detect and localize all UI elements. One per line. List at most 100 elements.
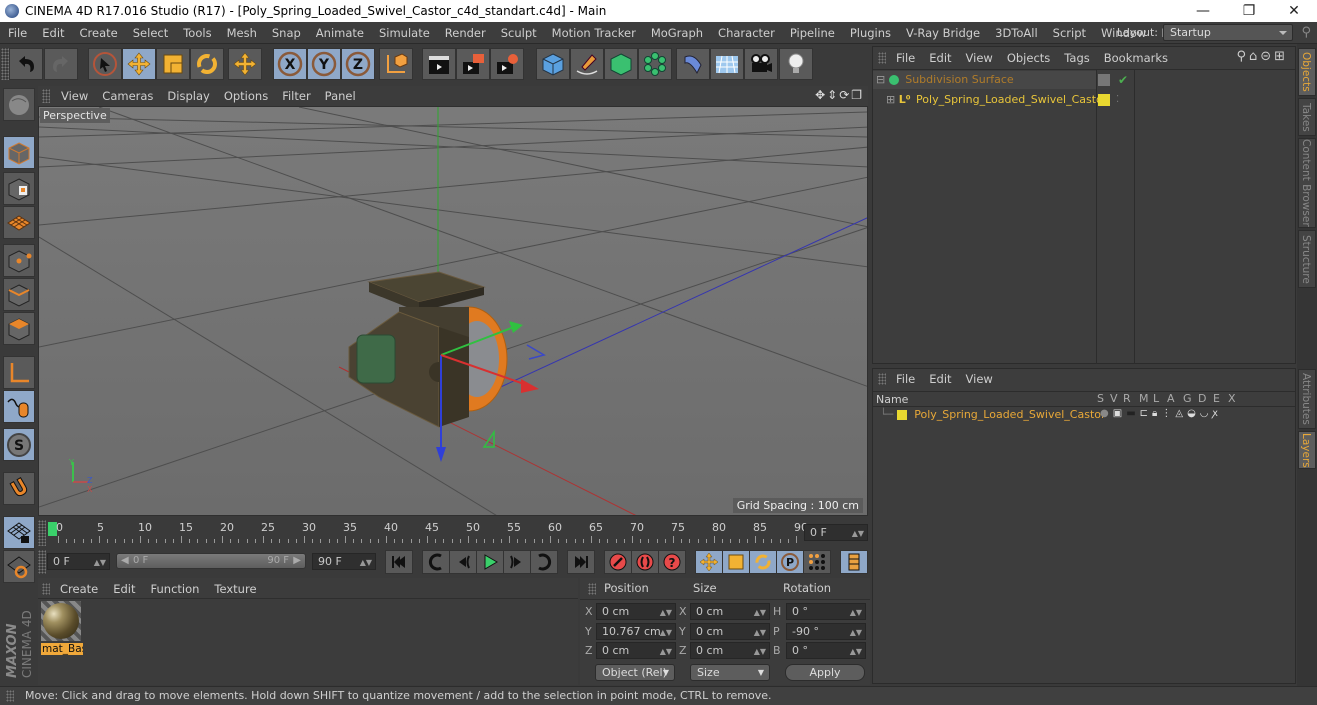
- material-grip[interactable]: [42, 583, 50, 595]
- castor-model[interactable]: [348, 271, 508, 428]
- tab-attributes[interactable]: Attributes: [1298, 369, 1316, 429]
- object-row-castor[interactable]: ⊞ L⁰ Poly_Spring_Loaded_Swivel_Castor ⁚: [886, 91, 1119, 109]
- manager-toggle-icon[interactable]: ⊏: [1140, 407, 1148, 421]
- object-manager-nav-icons[interactable]: ⚲⌂⊝⊞: [1236, 49, 1288, 64]
- material-menu-edit[interactable]: Edit: [105, 580, 142, 598]
- scene-object-button[interactable]: [3, 88, 35, 121]
- generators-toggle-icon[interactable]: ◬: [1175, 407, 1183, 421]
- timeline-ruler[interactable]: 0 5 10 15 20 25 30 35 40 45 50 55 60 65 70 75 80 85 90 0 F…: [38, 518, 868, 548]
- deformer-button[interactable]: [676, 48, 710, 80]
- x-axis-lock-button[interactable]: X: [273, 48, 307, 80]
- menu-render[interactable]: Render: [437, 26, 493, 40]
- menu-edit[interactable]: Edit: [34, 26, 71, 40]
- column-manager[interactable]: M: [1139, 392, 1153, 405]
- visibility-dots-icon[interactable]: ⁚: [1116, 91, 1119, 109]
- material-menu-create[interactable]: Create: [52, 580, 105, 598]
- objects-menu-file[interactable]: File: [888, 51, 921, 65]
- tab-objects[interactable]: Objects: [1298, 48, 1316, 96]
- workplane-cycle-button[interactable]: [3, 550, 35, 583]
- cloner-button[interactable]: [638, 48, 672, 80]
- close-button[interactable]: ✕: [1271, 0, 1317, 22]
- material-menu-texture[interactable]: Texture: [206, 580, 263, 598]
- range-right-arrow[interactable]: ▶: [293, 554, 301, 568]
- key-parameter-button[interactable]: P: [776, 550, 804, 574]
- magnet-button[interactable]: [3, 472, 35, 505]
- status-grip[interactable]: [6, 690, 14, 702]
- key-position-button[interactable]: [695, 550, 723, 574]
- tab-takes[interactable]: Takes: [1298, 98, 1316, 136]
- points-mode-button[interactable]: [3, 244, 35, 277]
- viewport-menu-cameras[interactable]: Cameras: [95, 89, 160, 103]
- column-deformers[interactable]: D: [1198, 392, 1213, 405]
- render-view-button[interactable]: [422, 48, 456, 80]
- move-tool-button[interactable]: [122, 48, 156, 80]
- layout-dropdown[interactable]: Startup: [1163, 24, 1293, 41]
- menu-plugins[interactable]: Plugins: [842, 26, 898, 40]
- menu-file[interactable]: File: [0, 26, 34, 40]
- column-locked[interactable]: L: [1153, 392, 1167, 405]
- object-name[interactable]: Subdivision Surface: [905, 73, 1013, 86]
- preview-range-slider[interactable]: ◀ 0 F 90 F ▶: [116, 553, 306, 569]
- start-frame-field[interactable]: 0 F ▲▼: [47, 553, 110, 570]
- next-keyframe-button[interactable]: [530, 550, 558, 574]
- rotation-b-field[interactable]: 0 ° ▲▼: [786, 642, 866, 659]
- search-icon[interactable]: ⚲: [1301, 25, 1311, 40]
- recent-tool-button[interactable]: [228, 48, 262, 80]
- menu-script[interactable]: Script: [1045, 26, 1093, 40]
- workplane-mode-button[interactable]: [3, 206, 35, 239]
- axis-mode-button[interactable]: [3, 356, 35, 389]
- previous-frame-button[interactable]: [449, 550, 477, 574]
- size-z-field[interactable]: 0 cm ▲▼: [690, 642, 770, 659]
- edges-mode-button[interactable]: [3, 278, 35, 311]
- size-x-field[interactable]: 0 cm ▲▼: [690, 603, 770, 620]
- go-to-start-button[interactable]: [385, 550, 413, 574]
- viewport-menu-filter[interactable]: Filter: [275, 89, 317, 103]
- layer-manager-grip[interactable]: [878, 373, 886, 385]
- column-xrefs[interactable]: X: [1228, 392, 1243, 405]
- key-rotation-button[interactable]: [749, 550, 777, 574]
- material-menu-function[interactable]: Function: [143, 580, 207, 598]
- undo-button[interactable]: [9, 48, 43, 80]
- column-solo[interactable]: S: [1097, 392, 1110, 405]
- texture-mode-button[interactable]: [3, 172, 35, 205]
- layer-name-header[interactable]: Name: [876, 393, 908, 406]
- deformers-toggle-icon[interactable]: ◒: [1187, 407, 1196, 421]
- light-button[interactable]: [779, 48, 813, 80]
- viewport-grip[interactable]: [42, 89, 50, 103]
- layers-menu-file[interactable]: File: [888, 372, 921, 386]
- menu-tools[interactable]: Tools: [175, 26, 218, 40]
- toolbar-grip[interactable]: [1, 48, 9, 80]
- z-axis-lock-button[interactable]: Z: [341, 48, 375, 80]
- menu-motion-tracker[interactable]: Motion Tracker: [544, 26, 643, 40]
- objects-menu-objects[interactable]: Objects: [999, 51, 1056, 65]
- collapse-icon[interactable]: ⊟: [876, 73, 885, 86]
- cube-primitive-button[interactable]: [536, 48, 570, 80]
- size-mode-dropdown[interactable]: Size ▼: [690, 664, 770, 681]
- rotation-p-field[interactable]: -90 ° ▲▼: [786, 623, 866, 640]
- position-x-field[interactable]: 0 cm ▲▼: [596, 603, 676, 620]
- menu-simulate[interactable]: Simulate: [371, 26, 437, 40]
- key-point-level-button[interactable]: [803, 550, 831, 574]
- tab-structure[interactable]: Structure: [1298, 230, 1316, 288]
- solo-toggle-icon[interactable]: ●: [1100, 407, 1109, 421]
- next-frame-button[interactable]: [503, 550, 531, 574]
- apply-button[interactable]: Apply: [785, 664, 865, 681]
- objects-menu-view[interactable]: View: [958, 51, 999, 65]
- current-frame-field[interactable]: 0 F ▲▼: [804, 524, 868, 541]
- lock-toggle-icon[interactable]: 🔒︎: [1152, 407, 1157, 421]
- layer-color-swatch[interactable]: [1098, 94, 1110, 106]
- camera-button[interactable]: [744, 48, 778, 80]
- model-mode-button[interactable]: [3, 136, 35, 169]
- menu-snap[interactable]: Snap: [264, 26, 308, 40]
- material-swatch[interactable]: mat_Bas: [41, 601, 83, 657]
- object-manager-grip[interactable]: [878, 52, 886, 64]
- viewport-menu-display[interactable]: Display: [160, 89, 216, 103]
- transport-grip[interactable]: [38, 550, 46, 574]
- menu-mesh[interactable]: Mesh: [219, 26, 264, 40]
- menu-sculpt[interactable]: Sculpt: [493, 26, 544, 40]
- tab-layers[interactable]: Layers: [1298, 431, 1316, 469]
- restore-button[interactable]: ❐: [1226, 0, 1272, 22]
- menu-create[interactable]: Create: [72, 26, 125, 40]
- minimize-button[interactable]: —: [1180, 0, 1226, 22]
- column-expressions[interactable]: E: [1213, 392, 1228, 405]
